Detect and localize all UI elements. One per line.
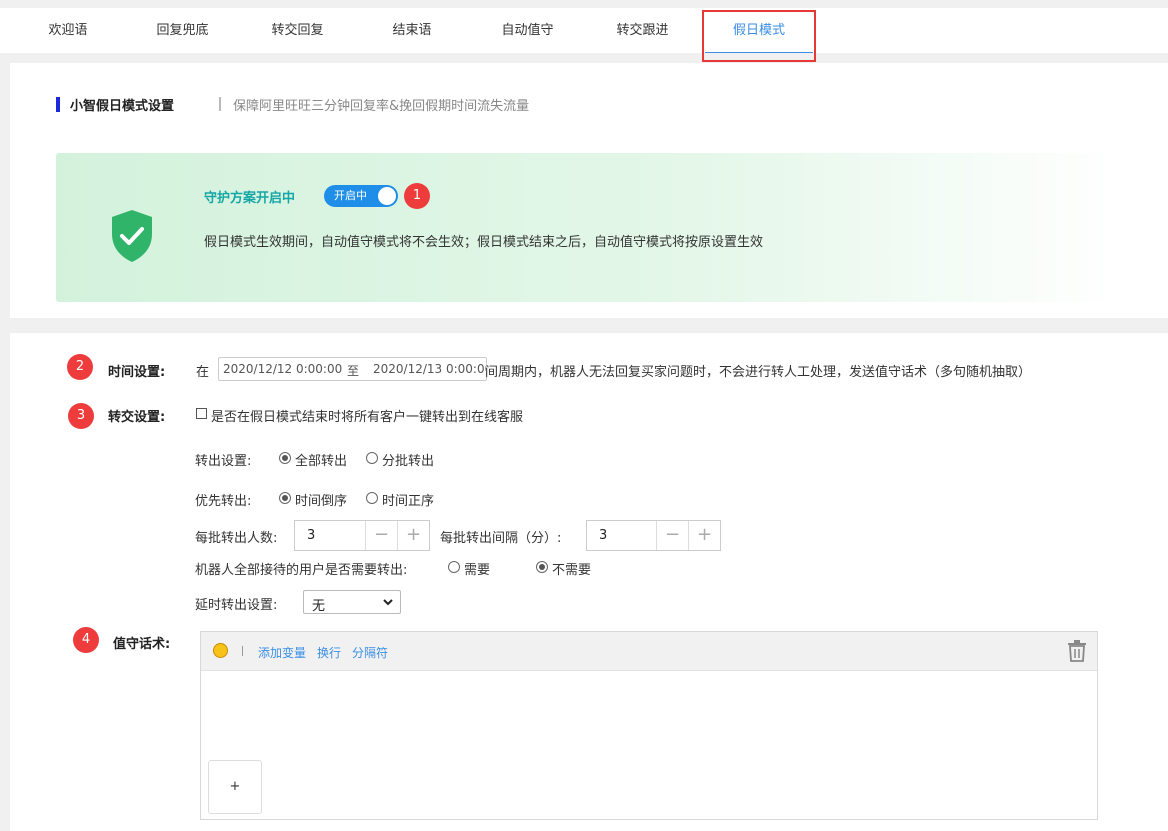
step-badge-4: 4 — [73, 627, 99, 653]
tab-transfer-followup[interactable]: 转交跟进 — [605, 8, 680, 53]
section-title: 小智假日模式设置 — [70, 99, 175, 114]
radio-need-transfer[interactable] — [448, 561, 460, 573]
active-tab-highlight — [702, 10, 816, 62]
line-break-link[interactable]: 换行 — [317, 644, 341, 661]
radio-need-transfer-label: 需要 — [464, 563, 491, 578]
batch-interval-stepper: 3 − + — [586, 520, 721, 551]
batch-count-label: 每批转出人数: — [195, 531, 278, 546]
date-range-picker[interactable]: 2020/12/12 0:00:00 至 2020/12/13 0:00:00 — [218, 357, 487, 381]
holiday-mode-overview: 小智假日模式设置 保障阿里旺旺三分钟回复率&挽回假期时间流失流量 守护方案开启中… — [10, 63, 1168, 318]
batch-interval-value[interactable]: 3 — [599, 528, 607, 543]
script-editor[interactable]: 添加变量 换行 分隔符 + — [200, 631, 1098, 820]
radio-no-transfer[interactable] — [536, 561, 548, 573]
add-script-button[interactable]: + — [208, 760, 262, 814]
tab-fallback-reply[interactable]: 回复兜底 — [145, 8, 220, 53]
time-prefix: 在 — [196, 365, 210, 380]
tab-transfer-reply[interactable]: 转交回复 — [260, 8, 335, 53]
tab-auto-guard[interactable]: 自动值守 — [490, 8, 565, 53]
step-badge-1: 1 — [404, 183, 430, 209]
out-mode-label: 转出设置: — [195, 454, 252, 469]
tab-bar: 欢迎语 回复兜底 转交回复 结束语 自动值守 转交跟进 假日模式 — [0, 8, 1168, 53]
transfer-all-label: 是否在假日模式结束时将所有客户一键转出到在线客服 — [211, 410, 524, 425]
step-badge-2: 2 — [67, 354, 93, 380]
toolbar-divider — [242, 646, 243, 656]
time-setting-label: 时间设置: — [108, 365, 166, 380]
delay-transfer-value: 无 — [312, 599, 326, 614]
section-subtitle: 保障阿里旺旺三分钟回复率&挽回假期时间流失流量 — [233, 99, 530, 114]
holiday-settings: 2 时间设置: 在 2020/12/12 0:00:00 至 2020/12/1… — [10, 333, 1168, 831]
time-suffix: 间周期内，机器人无法回复买家问题时，不会进行转人工处理，发送值守话术（多句随机抽… — [485, 365, 1032, 380]
radio-time-desc-label: 时间倒序 — [295, 494, 348, 509]
batch-count-stepper: 3 − + — [294, 520, 430, 551]
robot-users-label: 机器人全部接待的用户是否需要转出: — [195, 563, 408, 578]
date-separator: 至 — [347, 364, 360, 378]
guard-description: 假日模式生效期间，自动值守模式将不会生效；假日模式结束之后，自动值守模式将按原设… — [204, 235, 764, 250]
radio-no-transfer-label: 不需要 — [552, 563, 592, 578]
step-badge-3: 3 — [68, 403, 94, 429]
section-marker — [56, 97, 60, 112]
editor-toolbar: 添加变量 换行 分隔符 — [201, 632, 1097, 671]
plus-icon[interactable]: + — [397, 521, 429, 550]
minus-icon[interactable]: − — [365, 521, 397, 550]
date-start: 2020/12/12 0:00:00 — [223, 362, 343, 376]
trash-icon[interactable] — [1067, 640, 1087, 662]
minus-icon[interactable]: − — [656, 521, 688, 550]
date-end: 2020/12/13 0:00:00 — [373, 362, 487, 376]
plus-icon[interactable]: + — [688, 521, 720, 550]
priority-label: 优先转出: — [195, 494, 252, 509]
guard-status-title: 守护方案开启中 — [204, 191, 296, 206]
batch-count-value[interactable]: 3 — [307, 528, 315, 543]
chevron-down-icon — [383, 599, 393, 606]
toggle-knob — [378, 187, 396, 205]
toggle-label: 开启中 — [334, 189, 367, 202]
radio-transfer-all[interactable] — [279, 452, 291, 464]
radio-transfer-batch-label: 分批转出 — [382, 454, 435, 469]
shield-check-icon — [112, 210, 152, 262]
tab-welcome[interactable]: 欢迎语 — [38, 8, 98, 53]
delay-transfer-select[interactable]: 无 — [303, 590, 401, 614]
radio-time-desc[interactable] — [279, 492, 291, 504]
radio-time-asc[interactable] — [366, 492, 378, 504]
delay-transfer-label: 延时转出设置: — [195, 598, 278, 613]
tab-closing[interactable]: 结束语 — [382, 8, 442, 53]
script-label: 值守话术: — [113, 637, 171, 652]
transfer-setting-label: 转交设置: — [108, 410, 166, 425]
section-divider — [219, 97, 221, 111]
radio-time-asc-label: 时间正序 — [382, 494, 435, 509]
add-variable-link[interactable]: 添加变量 — [258, 644, 306, 661]
guard-banner: 守护方案开启中 开启中 1 假日模式生效期间，自动值守模式将不会生效；假日模式结… — [56, 153, 1126, 302]
radio-transfer-all-label: 全部转出 — [295, 454, 348, 469]
radio-transfer-batch[interactable] — [366, 452, 378, 464]
transfer-all-checkbox[interactable] — [196, 408, 207, 419]
emoji-icon[interactable] — [213, 643, 228, 658]
separator-link[interactable]: 分隔符 — [352, 644, 388, 661]
guard-toggle[interactable]: 开启中 — [324, 185, 398, 207]
batch-interval-label: 每批转出间隔（分）: — [440, 531, 562, 546]
